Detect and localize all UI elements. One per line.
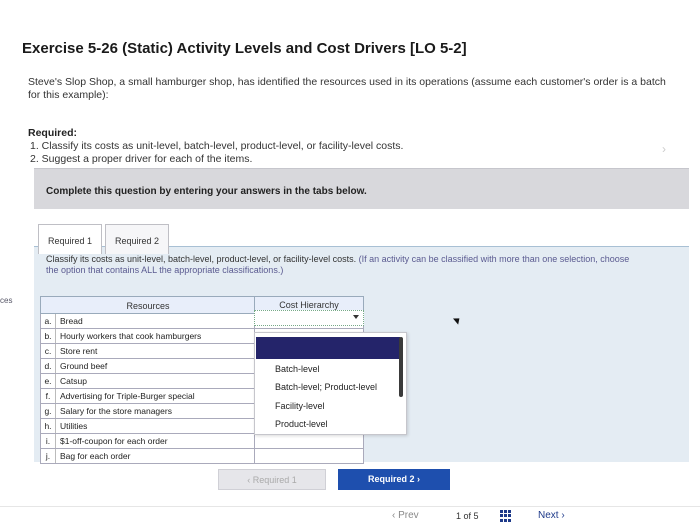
chevron-down-icon — [353, 315, 359, 319]
table-row: a. Bread — [40, 314, 256, 329]
row-resource: Bag for each order — [60, 451, 131, 461]
side-tab-label[interactable]: ces — [0, 296, 12, 305]
row-resource: Utilities — [60, 421, 88, 431]
row-letter: b. — [41, 329, 56, 343]
page: ces Exercise 5-26 (Static) Activity Leve… — [0, 0, 700, 528]
row-letter: h. — [41, 419, 56, 433]
chevron-right-icon: › — [558, 510, 565, 521]
table-row: d. Ground beef — [40, 359, 256, 374]
prev-required-label: Required 1 — [252, 475, 297, 485]
row-letter: c. — [41, 344, 56, 358]
chevron-right-icon: › — [414, 474, 420, 484]
dropdown-option[interactable]: Batch-level; Product-level — [275, 382, 377, 392]
next-button[interactable]: Next › — [538, 510, 565, 521]
prev-button[interactable]: ‹ Prev — [392, 510, 419, 521]
row-letter: i. — [41, 434, 56, 448]
row-resource: $1-off-coupon for each order — [60, 436, 168, 446]
required-item: 1. Classify its costs as unit-level, bat… — [30, 140, 404, 152]
row-resource: Catsup — [60, 376, 87, 386]
table-row: g. Salary for the store managers — [40, 404, 256, 419]
page-title: Exercise 5-26 (Static) Activity Levels a… — [22, 40, 467, 57]
dropdown-option[interactable]: Product-level — [275, 419, 328, 429]
row-resource: Store rent — [60, 346, 98, 356]
chevron-right-icon: › — [662, 142, 666, 156]
tab-bar: Required 1 Required 2 — [38, 224, 170, 256]
prev-label: Prev — [398, 510, 419, 521]
table-row: e. Catsup — [40, 374, 256, 389]
required-list: 1. Classify its costs as unit-level, bat… — [30, 140, 403, 166]
table-row: f. Advertising for Triple-Burger special — [40, 389, 256, 404]
row-resource: Bread — [60, 316, 83, 326]
row-letter: a. — [41, 314, 56, 328]
footer-divider — [0, 506, 700, 507]
prev-required-button[interactable]: ‹ Required 1 — [218, 469, 326, 490]
highlighted-option[interactable] — [256, 337, 400, 359]
table-row: b. Hourly workers that cook hamburgers — [40, 329, 256, 344]
table-row: h. Utilities — [40, 419, 256, 434]
dropdown-option[interactable]: Batch-level — [275, 364, 320, 374]
table-row: i. $1-off-coupon for each order — [40, 434, 256, 449]
header-resources: Resources — [40, 296, 256, 314]
row-letter: f. — [41, 389, 56, 403]
table-row: c. Store rent — [40, 344, 256, 359]
row-resource: Ground beef — [60, 361, 108, 371]
required-heading: Required: — [28, 127, 78, 139]
required-item: 2. Suggest a proper driver for each of t… — [30, 153, 253, 165]
grid-menu-icon[interactable] — [500, 510, 512, 522]
dropdown-option[interactable]: Facility-level — [275, 401, 325, 411]
instruction-text: Classify its costs as unit-level, batch-… — [46, 254, 357, 264]
next-label: Next — [538, 510, 559, 521]
cost-hierarchy-select[interactable] — [254, 310, 364, 326]
cost-hierarchy-dropdown[interactable]: Batch-level Batch-level; Product-level F… — [254, 332, 407, 435]
next-required-label: Required 2 — [367, 474, 415, 484]
dropdown-scrollbar[interactable] — [399, 337, 403, 397]
row-resource: Hourly workers that cook hamburgers — [60, 331, 202, 341]
cost-hierarchy-cell[interactable] — [254, 449, 364, 464]
row-letter: e. — [41, 374, 56, 388]
row-resource: Salary for the store managers — [60, 406, 172, 416]
table-row: j. Bag for each order — [40, 449, 256, 464]
classification-instruction: Classify its costs as unit-level, batch-… — [46, 254, 631, 276]
tab-required-1[interactable]: Required 1 — [38, 224, 103, 254]
row-letter: g. — [41, 404, 56, 418]
tab-required-2[interactable]: Required 2 — [105, 224, 170, 254]
row-letter: j. — [41, 449, 56, 463]
next-required-button[interactable]: Required 2 › — [338, 469, 450, 490]
cost-hierarchy-cell[interactable] — [254, 434, 364, 449]
row-letter: d. — [41, 359, 56, 373]
page-indicator: 1 of 5 — [456, 511, 479, 521]
row-resource: Advertising for Triple-Burger special — [60, 391, 195, 401]
intro-text: Steve's Slop Shop, a small hamburger sho… — [28, 76, 666, 101]
banner-text: Complete this question by entering your … — [46, 186, 367, 197]
instruction-banner: Complete this question by entering your … — [34, 168, 689, 209]
